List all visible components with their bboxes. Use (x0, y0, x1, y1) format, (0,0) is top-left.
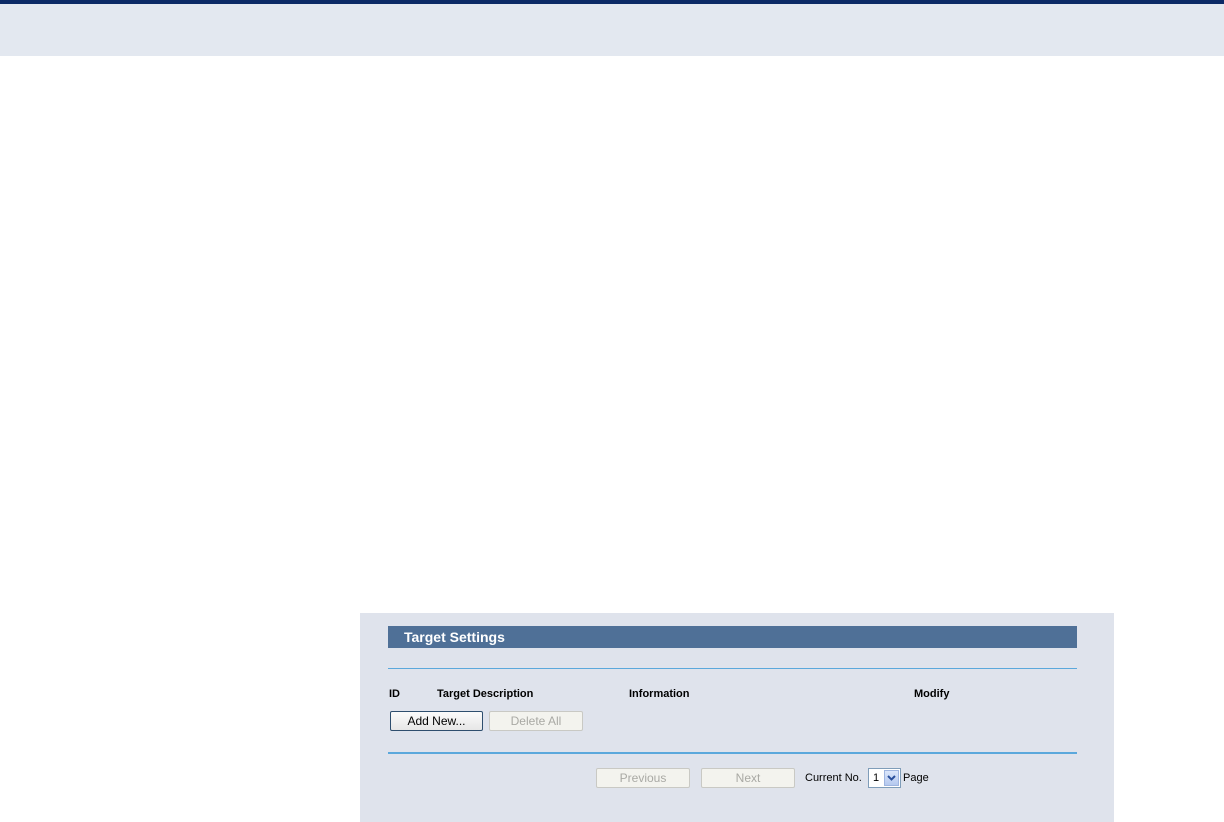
column-header-target-description: Target Description (437, 688, 534, 700)
page-select[interactable]: 1 (868, 768, 901, 788)
top-banner (0, 4, 1224, 56)
target-settings-panel: Target Settings ID Target Description In… (360, 613, 1114, 822)
previous-button[interactable]: Previous (596, 768, 690, 788)
current-no-label: Current No. (805, 772, 862, 784)
column-header-id: ID (389, 688, 400, 700)
column-header-modify: Modify (914, 688, 950, 700)
page-select-value: 1 (873, 772, 880, 784)
delete-all-button[interactable]: Delete All (489, 711, 583, 731)
page-label: Page (903, 772, 929, 784)
section-title: Target Settings (404, 629, 505, 645)
section-header: Target Settings (388, 626, 1077, 648)
next-button[interactable]: Next (701, 768, 795, 788)
chevron-down-icon[interactable] (884, 770, 899, 786)
add-new-button[interactable]: Add New... (390, 711, 483, 731)
divider-top (388, 668, 1077, 669)
column-header-information: Information (629, 688, 690, 700)
divider-bottom (388, 752, 1077, 754)
